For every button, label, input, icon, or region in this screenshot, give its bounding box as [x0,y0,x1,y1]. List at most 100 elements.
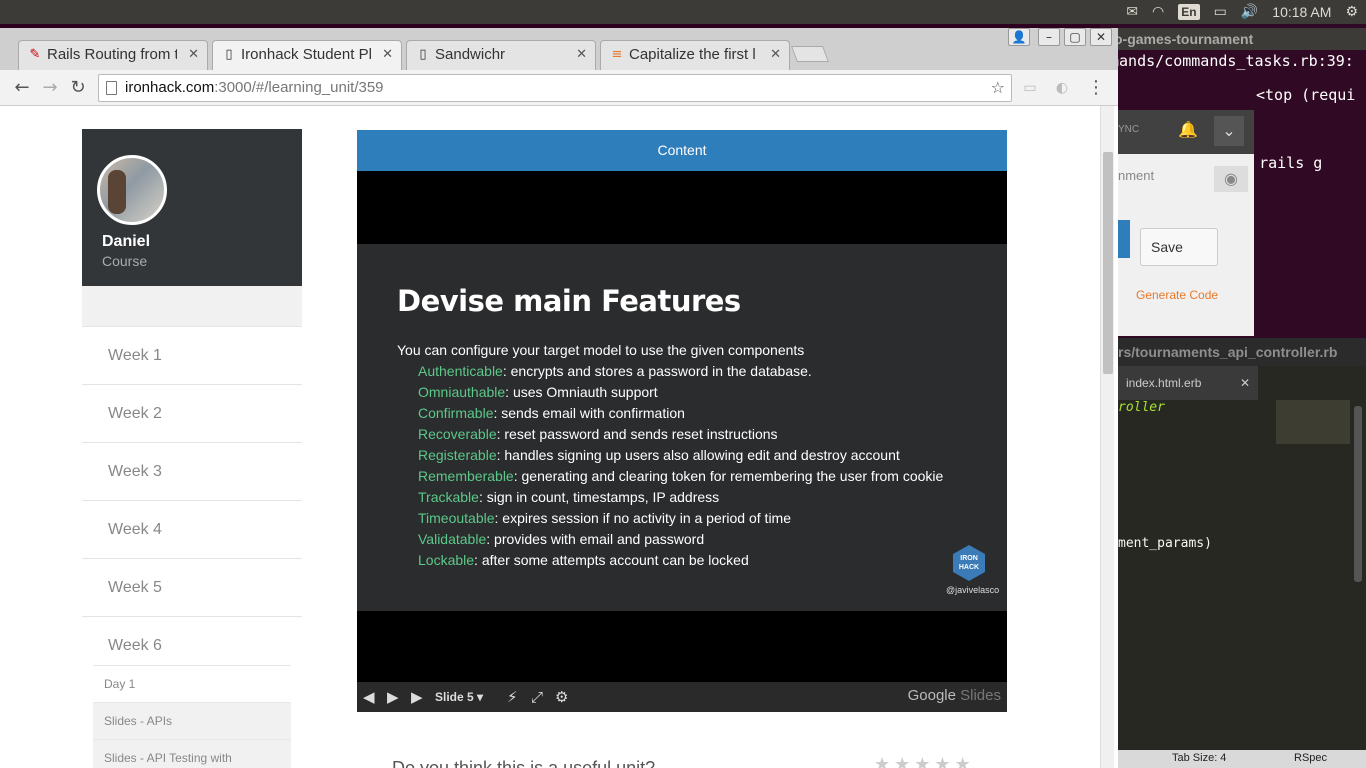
user-name: Daniel [102,233,151,250]
profile-card: Daniel Course [82,129,302,286]
address-bar[interactable]: ironhack.com:3000/#/learning_unit/359 ☆ [98,74,1012,102]
slide-title: Devise main Features [397,284,741,318]
slide-number-select[interactable]: Slide 5 ▾ [435,688,483,706]
maximize-button[interactable]: ▢ [1064,28,1086,46]
page-viewport: Daniel Course Week 1 Week 2 Week 3 Week … [4,106,1100,768]
new-tab-button[interactable] [791,46,829,62]
avatar[interactable] [97,155,167,225]
background-sublime-editor[interactable]: index.html.erb ✕ roller ment_params) [1118,366,1366,750]
sync-label: YNC [1118,124,1140,135]
slide-canvas[interactable]: Devise main Features You can configure y… [357,244,1007,611]
tab-size-indicator[interactable]: Tab Size: 4 [1172,752,1226,764]
previous-slide-icon[interactable]: ◀ [363,688,375,706]
feature-item: Rememberable: generating and clearing to… [418,468,944,484]
gear-icon[interactable]: ⚙ [1345,4,1358,20]
clock[interactable]: 10:18 AM [1272,4,1331,20]
sidebar-item-week-3[interactable]: Week 3 [82,442,302,500]
sidebar-item-slides-apis[interactable]: Slides - APIs [93,702,291,739]
sidebar-item-week-5[interactable]: Week 5 [82,558,302,616]
sidebar-item-week-4[interactable]: Week 4 [82,500,302,558]
menu-icon[interactable]: ⋮ [1084,76,1108,100]
code-line: ment_params) [1118,536,1212,551]
sidebar-item-slides-api-testing[interactable]: Slides - API Testing with [93,739,291,768]
scrollbar-thumb[interactable] [1103,152,1113,374]
sidebar-item-day-1[interactable]: Day 1 [93,665,291,702]
battery-icon[interactable]: ▭ [1214,4,1227,20]
feature-item: Timeoutable: expires session if no activ… [418,510,791,526]
keyboard-layout-indicator[interactable]: En [1178,4,1200,20]
eye-icon[interactable]: ◉ [1214,166,1248,192]
slides-controls: ◀ ▶ ▶ Slide 5 ▾ ⚡ ⤢ ⚙ Google Slides [357,682,1007,712]
close-window-button[interactable]: ✕ [1090,28,1112,46]
code-line: roller [1118,400,1165,415]
feature-item: Validatable: provides with email and pas… [418,531,705,547]
close-icon[interactable]: ✕ [188,41,199,69]
editor-scrollbar[interactable] [1354,406,1362,582]
slide-intro: You can configure your target model to u… [397,342,805,358]
terminal-line: mands/commands_tasks.rb:39: [1110,52,1354,70]
chevron-down-icon: ▾ [477,690,484,704]
save-button[interactable]: Save [1140,228,1218,266]
postman-header: YNC 🔔 ⌄ [1118,110,1254,154]
tab-strip: ✎ Rails Routing from t ✕ ▯ Ironhack Stud… [0,28,1118,70]
send-button[interactable] [1118,220,1130,258]
ironhack-logo: IRON HACK [953,545,985,581]
next-slide-icon[interactable]: ▶ [411,688,423,706]
content-tab[interactable]: Content [357,130,1007,171]
sidebar-item-week-2[interactable]: Week 2 [82,384,302,442]
syntax-indicator[interactable]: RSpec [1294,752,1327,764]
feature-item: Trackable: sign in count, timestamps, IP… [418,489,720,505]
extension-icon[interactable]: ▭ [1018,76,1042,100]
forward-icon[interactable]: → [38,76,62,100]
settings-gear-icon[interactable]: ⚙ [555,688,568,706]
author-handle: @javivelasco [946,585,1000,595]
fullscreen-icon[interactable]: ⤢ [531,688,543,706]
play-icon[interactable]: ▶ [387,688,399,706]
tab-sandwichr[interactable]: ▯ Sandwichr ✕ [406,40,596,70]
terminal-line: <top (requi [1256,86,1356,104]
page-info-icon[interactable] [106,81,117,95]
close-icon: ✕ [1239,376,1250,390]
reload-icon[interactable]: ↻ [66,76,90,100]
minimap[interactable] [1276,400,1350,444]
editor-tab[interactable]: index.html.erb ✕ [1118,366,1258,400]
minimize-button[interactable]: – [1038,28,1060,46]
tab-ironhack-student-platform[interactable]: ▯ Ironhack Student Pl ✕ [212,40,402,70]
generate-code-link[interactable]: Generate Code [1136,288,1218,302]
user-profile-button[interactable]: 👤 [1008,28,1030,46]
tab-capitalize-first[interactable]: ≡ Capitalize the first l ✕ [600,40,790,70]
bell-icon[interactable]: 🔔 [1178,120,1198,139]
feature-item: Registerable: handles signing up users a… [418,447,900,463]
rating-stars[interactable]: ★★★★★ [874,754,975,768]
extension-icon[interactable]: ◐ [1050,76,1074,100]
chevron-down-icon[interactable]: ⌄ [1214,116,1244,146]
back-icon[interactable]: ← [10,76,34,100]
mail-icon[interactable]: ✉ [1126,4,1138,20]
google-slides-brand[interactable]: Google Slides [908,686,1001,706]
volume-icon[interactable]: 🔊 [1241,4,1258,20]
page-scrollbar[interactable] [1100,106,1114,768]
rating-prompt: Do you think this is a useful unit? [392,758,656,768]
browser-toolbar: ← → ↻ ironhack.com:3000/#/learning_unit/… [0,70,1118,106]
close-icon[interactable]: ✕ [770,41,781,69]
close-icon[interactable]: ✕ [382,41,393,69]
environment-select[interactable]: nment [1118,168,1154,183]
feature-item: Lockable: after some attempts account ca… [418,552,749,568]
user-role: Course [102,253,148,269]
sidebar-spacer [82,286,302,326]
sublime-title: rs/tournaments_api_controller.rb [1118,338,1366,366]
feature-item: Recoverable: reset password and sends re… [418,426,778,442]
slides-embed[interactable]: Devise main Features You can configure y… [357,171,1007,712]
laser-pointer-icon[interactable]: ⚡ [507,688,518,706]
browser-window: ✎ Rails Routing from t ✕ ▯ Ironhack Stud… [0,28,1118,768]
feature-item: Confirmable: sends email with confirmati… [418,405,685,421]
wifi-icon[interactable]: ◠ [1152,4,1164,20]
close-icon[interactable]: ✕ [576,41,587,69]
terminal-title: o-games-tournament [1100,28,1366,50]
bookmark-star-icon[interactable]: ☆ [991,75,1005,101]
system-top-panel: ✉ ◠ En ▭ 🔊 10:18 AM ⚙ [0,0,1366,24]
sidebar-item-week-1[interactable]: Week 1 [82,326,302,384]
page-icon: ▯ [419,47,427,62]
tab-rails-routing[interactable]: ✎ Rails Routing from t ✕ [18,40,208,70]
background-postman-window[interactable]: YNC 🔔 ⌄ nment ◉ Save Generate Code [1118,110,1254,336]
